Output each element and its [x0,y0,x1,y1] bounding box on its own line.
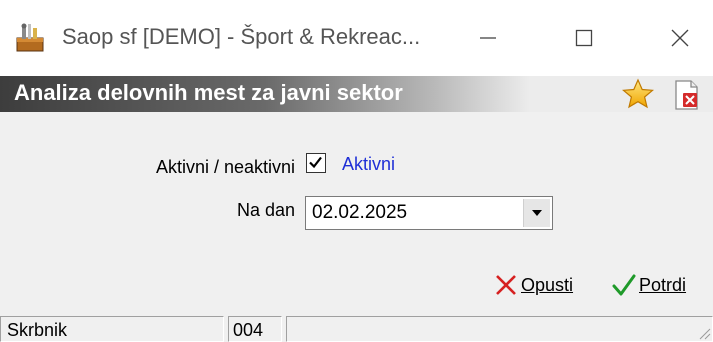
active-checkbox-label[interactable]: Aktivni [342,154,395,175]
maximize-icon [575,29,593,47]
cancel-label: Opusti [521,274,574,295]
status-code: 004 [228,316,282,342]
form-header: Analiza delovnih mest za javni sektor [0,76,713,112]
confirm-label: Potrdi [639,274,687,295]
toolbox-icon [16,23,44,52]
close-window-button[interactable] [648,14,712,62]
form-title: Analiza delovnih mest za javni sektor [14,80,403,105]
active-checkbox[interactable] [306,153,326,173]
checkmark-icon [309,156,322,169]
active-inactive-label: Aktivni / neaktivni [155,157,295,177]
header-gradient: Analiza delovnih mest za javni sektor [0,76,530,112]
cross-icon [496,275,516,295]
date-dropdown-button[interactable] [523,199,550,227]
checkmark-icon [612,274,636,296]
status-bar: Skrbnik 004 [0,314,713,342]
close-document-icon[interactable] [672,79,702,111]
status-user: Skrbnik [0,316,224,342]
date-value[interactable]: 02.02.2025 [312,202,407,224]
close-icon [671,29,689,47]
chevron-down-icon [532,210,542,216]
resize-grip-icon[interactable] [697,326,711,340]
confirm-button[interactable]: Potrdi [612,270,686,300]
minimize-icon [480,37,496,39]
date-label: Na dan [236,200,295,220]
window-title: Saop sf [DEMO] - Šport & Rekreac... [62,24,421,49]
minimize-button[interactable] [456,14,520,62]
cancel-button[interactable]: Opusti [494,270,573,300]
maximize-button[interactable] [552,14,616,62]
window-titlebar: Saop sf [DEMO] - Šport & Rekreac... [0,0,713,76]
date-combobox[interactable]: 02.02.2025 [305,196,553,230]
status-extra [286,316,713,342]
star-icon[interactable] [622,78,654,110]
